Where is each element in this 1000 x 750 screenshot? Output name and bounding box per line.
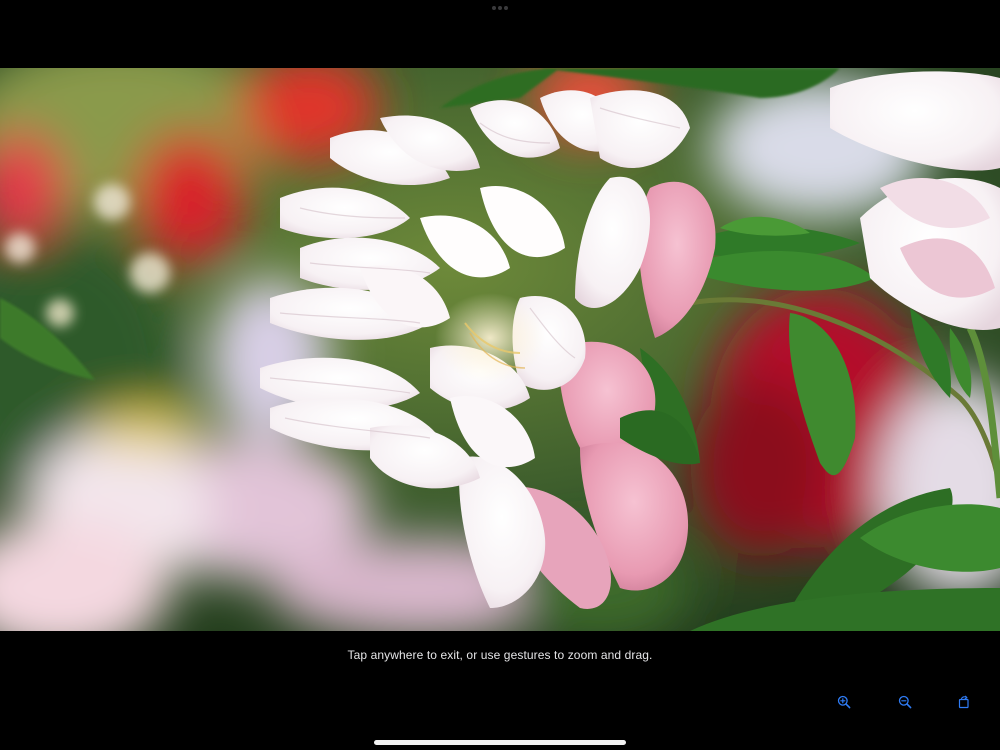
- peony-photo: [0, 68, 1000, 631]
- dot-icon: [498, 6, 502, 10]
- zoom-in-button[interactable]: [832, 690, 856, 714]
- rotate-button[interactable]: [952, 690, 976, 714]
- home-indicator[interactable]: [374, 740, 626, 745]
- dot-icon: [504, 6, 508, 10]
- rotate-icon: [958, 695, 969, 709]
- dot-icon: [492, 6, 496, 10]
- zoom-in-icon: [837, 695, 851, 709]
- viewer-hint-text: Tap anywhere to exit, or use gestures to…: [347, 648, 653, 662]
- photo-image[interactable]: [0, 68, 1000, 631]
- zoom-out-button[interactable]: [893, 690, 917, 714]
- image-viewer-screen[interactable]: Tap anywhere to exit, or use gestures to…: [0, 0, 1000, 750]
- multitasking-handle[interactable]: [492, 6, 508, 10]
- zoom-out-icon: [898, 695, 912, 709]
